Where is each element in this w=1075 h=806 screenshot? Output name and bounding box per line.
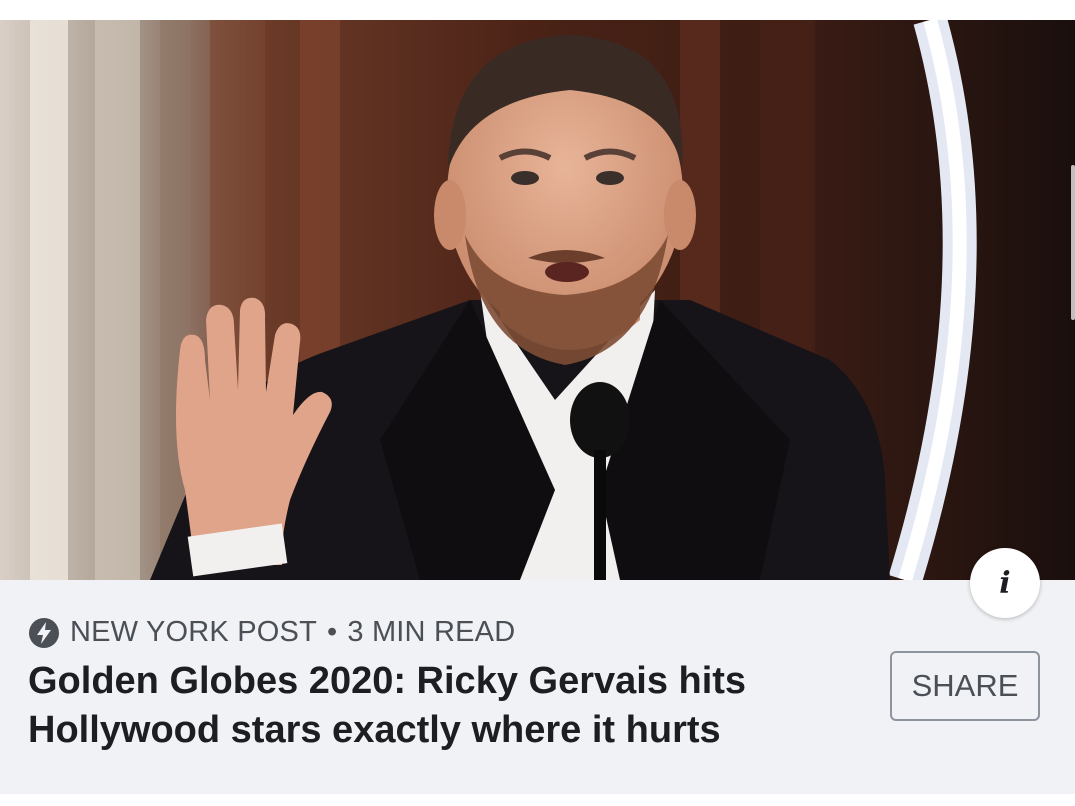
- scroll-indicator[interactable]: [1071, 165, 1075, 320]
- source-line: NEW YORK POST • 3 MIN READ: [28, 616, 515, 649]
- link-preview-card[interactable]: i NEW YORK POST • 3 MIN READ Golden Glob…: [0, 20, 1075, 794]
- read-time: 3 MIN READ: [347, 616, 516, 648]
- publisher-name: NEW YORK POST: [70, 616, 317, 648]
- article-photo[interactable]: [0, 20, 1075, 580]
- info-icon: i: [999, 565, 1011, 601]
- article-photo-image: [0, 20, 1075, 580]
- article-headline[interactable]: Golden Globes 2020: Ricky Gervais hits H…: [28, 657, 868, 755]
- lightning-bolt-icon: [28, 617, 60, 649]
- meta-separator: •: [327, 616, 338, 648]
- info-button[interactable]: i: [970, 548, 1040, 618]
- share-button[interactable]: SHARE: [890, 651, 1040, 721]
